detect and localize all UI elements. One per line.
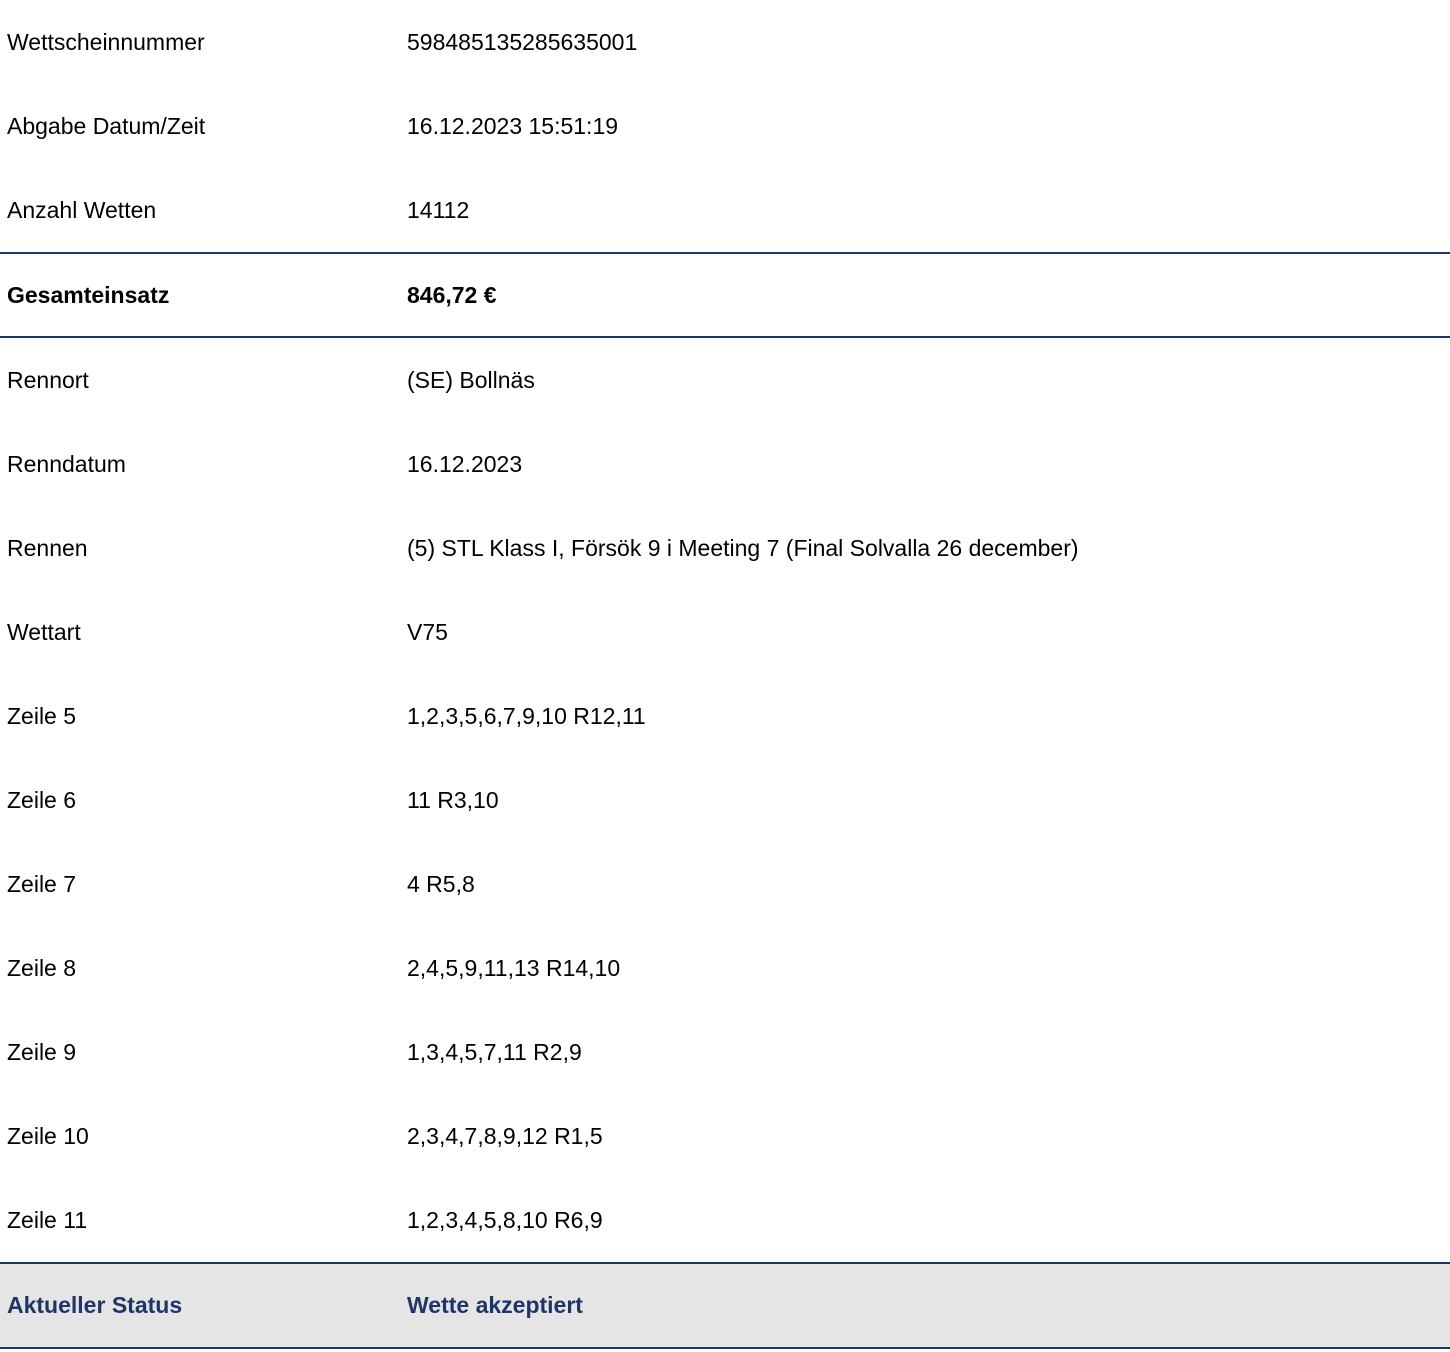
race-name-value: (5) STL Klass I, Försök 9 i Meeting 7 (F… <box>407 534 1079 561</box>
race-name-row: Rennen (5) STL Klass I, Försök 9 i Meeti… <box>0 506 1450 590</box>
ticket-number-value: 598485135285635001 <box>407 28 638 55</box>
line-10-value: 2,3,4,7,8,9,12 R1,5 <box>407 1122 603 1149</box>
line-7-value: 4 R5,8 <box>407 870 475 897</box>
ticket-number-label: Wettscheinnummer <box>7 28 205 55</box>
race-date-value: 16.12.2023 <box>407 450 523 477</box>
submission-datetime-label: Abgabe Datum/Zeit <box>7 112 206 139</box>
submission-datetime-value: 16.12.2023 15:51:19 <box>407 112 619 139</box>
line-10-row: Zeile 10 2,3,4,7,8,9,12 R1,5 <box>0 1094 1450 1178</box>
submission-datetime-row: Abgabe Datum/Zeit 16.12.2023 15:51:19 <box>0 84 1450 168</box>
race-venue-label: Rennort <box>7 366 89 393</box>
line-10-label: Zeile 10 <box>7 1122 89 1149</box>
line-7-label: Zeile 7 <box>7 870 77 897</box>
line-9-value: 1,3,4,5,7,11 R2,9 <box>407 1038 582 1065</box>
line-11-value: 1,2,3,4,5,8,10 R6,9 <box>407 1206 603 1233</box>
line-5-row: Zeile 5 1,2,3,5,6,7,9,10 R12,11 <box>0 674 1450 758</box>
line-6-value: 11 R3,10 <box>407 786 499 813</box>
line-5-value: 1,2,3,5,6,7,9,10 R12,11 <box>407 702 646 729</box>
line-8-label: Zeile 8 <box>7 954 77 981</box>
total-stake-row: Gesamteinsatz 846,72 € <box>0 252 1450 338</box>
race-date-label: Renndatum <box>7 450 126 477</box>
bet-ticket-details: Wettscheinnummer 598485135285635001 Abga… <box>0 0 1450 1349</box>
bet-count-value: 14112 <box>407 196 470 223</box>
total-stake-label: Gesamteinsatz <box>7 281 170 308</box>
race-name-label: Rennen <box>7 534 88 561</box>
line-11-label: Zeile 11 <box>7 1206 88 1233</box>
line-6-row: Zeile 6 11 R3,10 <box>0 758 1450 842</box>
line-8-value: 2,4,5,9,11,13 R14,10 <box>407 954 621 981</box>
bet-type-row: Wettart V75 <box>0 590 1450 674</box>
line-6-label: Zeile 6 <box>7 786 77 813</box>
line-9-row: Zeile 9 1,3,4,5,7,11 R2,9 <box>0 1010 1450 1094</box>
current-status-row: Aktueller Status Wette akzeptiert <box>0 1262 1450 1349</box>
line-5-label: Zeile 5 <box>7 702 77 729</box>
bet-count-row: Anzahl Wetten 14112 <box>0 168 1450 252</box>
race-venue-row: Rennort (SE) Bollnäs <box>0 338 1450 422</box>
line-7-row: Zeile 7 4 R5,8 <box>0 842 1450 926</box>
race-date-row: Renndatum 16.12.2023 <box>0 422 1450 506</box>
current-status-value: Wette akzeptiert <box>407 1292 583 1318</box>
race-venue-value: (SE) Bollnäs <box>407 366 535 393</box>
total-stake-value: 846,72 € <box>407 281 497 308</box>
bet-count-label: Anzahl Wetten <box>7 196 157 223</box>
bet-type-value: V75 <box>407 618 448 645</box>
current-status-label: Aktueller Status <box>7 1292 183 1318</box>
line-8-row: Zeile 8 2,4,5,9,11,13 R14,10 <box>0 926 1450 1010</box>
line-11-row: Zeile 11 1,2,3,4,5,8,10 R6,9 <box>0 1178 1450 1262</box>
line-9-label: Zeile 9 <box>7 1038 77 1065</box>
ticket-number-row: Wettscheinnummer 598485135285635001 <box>0 0 1450 84</box>
bet-type-label: Wettart <box>7 618 81 645</box>
